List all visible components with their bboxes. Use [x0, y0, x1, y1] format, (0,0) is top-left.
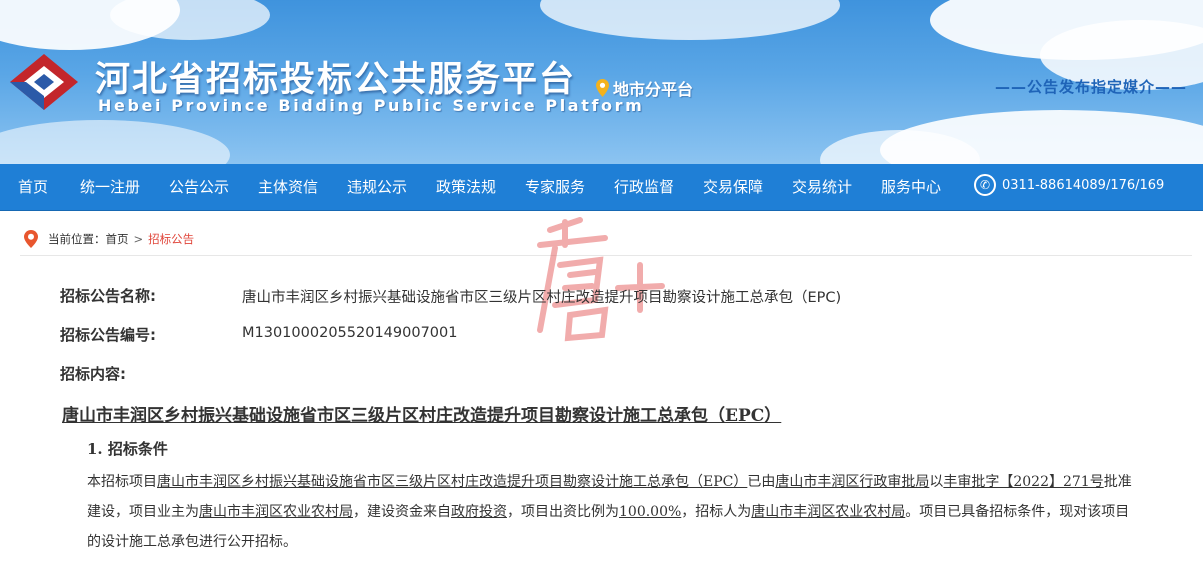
location-pin-icon	[596, 79, 609, 97]
section-heading: 1. 招标条件	[87, 440, 168, 458]
tender-conditions-paragraph: 本招标项目唐山市丰润区乡村振兴基础设施省市区三级片区村庄改造提升项目勘察设计施工…	[87, 467, 1137, 557]
breadcrumb-prefix: 当前位置：	[48, 232, 106, 246]
notice-code-value: M1301000205520149007001	[242, 325, 458, 341]
para-text: ，建设资金来自	[353, 504, 451, 520]
project-name: 唐山市丰润区乡村振兴基础设施省市区三级片区村庄改造提升项目勘察设计施工总承包（E…	[157, 474, 748, 490]
notice-name-label: 招标公告名称:	[60, 287, 156, 305]
breadcrumb-home[interactable]: 首页	[106, 231, 129, 247]
nav-item-notices[interactable]: 公告公示	[169, 164, 229, 210]
notice-name-value: 唐山市丰润区乡村振兴基础设施省市区三级片区村庄改造提升项目勘察设计施工总承包（E…	[242, 290, 842, 306]
breadcrumb-separator: >	[133, 232, 144, 246]
approval-number: 丰审批字【2022】271号	[943, 474, 1104, 490]
cloud-decoration	[540, 0, 840, 40]
hotline: ✆ 0311-88614089/176/169	[974, 174, 1164, 196]
tenderer: 唐山市丰润区农业农村局	[751, 504, 906, 520]
funding-ratio: 100.00%	[619, 504, 682, 520]
para-text: 本招标项目	[87, 474, 157, 490]
nav-item-home[interactable]: 首页	[18, 164, 48, 210]
nav-item-experts[interactable]: 专家服务	[525, 164, 585, 210]
para-text: ，招标人为	[681, 504, 752, 520]
para-text: ，项目出资比例为	[507, 504, 619, 520]
media-tagline: ——公告发布指定媒介——	[994, 78, 1187, 96]
platform-logo-icon	[10, 54, 78, 110]
nav-item-guarantee[interactable]: 交易保障	[703, 164, 763, 210]
nav-item-violations[interactable]: 违规公示	[347, 164, 407, 210]
document-title: 唐山市丰润区乡村振兴基础设施省市区三级片区村庄改造提升项目勘察设计施工总承包（E…	[62, 406, 782, 426]
nav-item-policy[interactable]: 政策法规	[436, 164, 496, 210]
approval-authority: 唐山市丰润区行政审批局	[775, 474, 930, 490]
site-title: 河北省招标投标公共服务平台	[95, 60, 577, 100]
funding-source: 政府投资	[451, 504, 507, 520]
notice-code-label: 招标公告编号:	[60, 326, 156, 344]
nav-item-service[interactable]: 服务中心	[881, 164, 941, 210]
hotline-number: 0311-88614089/176/169	[1002, 177, 1165, 193]
project-owner: 唐山市丰润区农业农村局	[199, 504, 353, 520]
main-nav: 首页 统一注册 公告公示 主体资信 违规公示 政策法规 专家服务 行政监督 交易…	[0, 164, 1203, 211]
nav-item-supervision[interactable]: 行政监督	[614, 164, 674, 210]
notice-content-label: 招标内容:	[60, 365, 126, 383]
site-subtitle: Hebei Province Bidding Public Service Pl…	[98, 96, 645, 115]
phone-icon: ✆	[974, 174, 996, 196]
para-text: 已由	[747, 474, 776, 490]
header-banner: 河北省招标投标公共服务平台 Hebei Province Bidding Pub…	[0, 0, 1203, 164]
breadcrumb-current[interactable]: 招标公告	[148, 231, 194, 247]
city-platform-label: 地市分平台	[613, 80, 694, 99]
location-pin-icon	[24, 230, 38, 248]
nav-item-statistics[interactable]: 交易统计	[792, 164, 852, 210]
breadcrumb: 当前位置： 首页 > 招标公告	[20, 223, 1192, 256]
cloud-decoration	[0, 120, 230, 164]
city-platform-link[interactable]: 地市分平台	[596, 76, 693, 100]
nav-item-credit[interactable]: 主体资信	[258, 164, 318, 210]
para-text: 以	[929, 474, 944, 490]
nav-item-register[interactable]: 统一注册	[80, 164, 140, 210]
